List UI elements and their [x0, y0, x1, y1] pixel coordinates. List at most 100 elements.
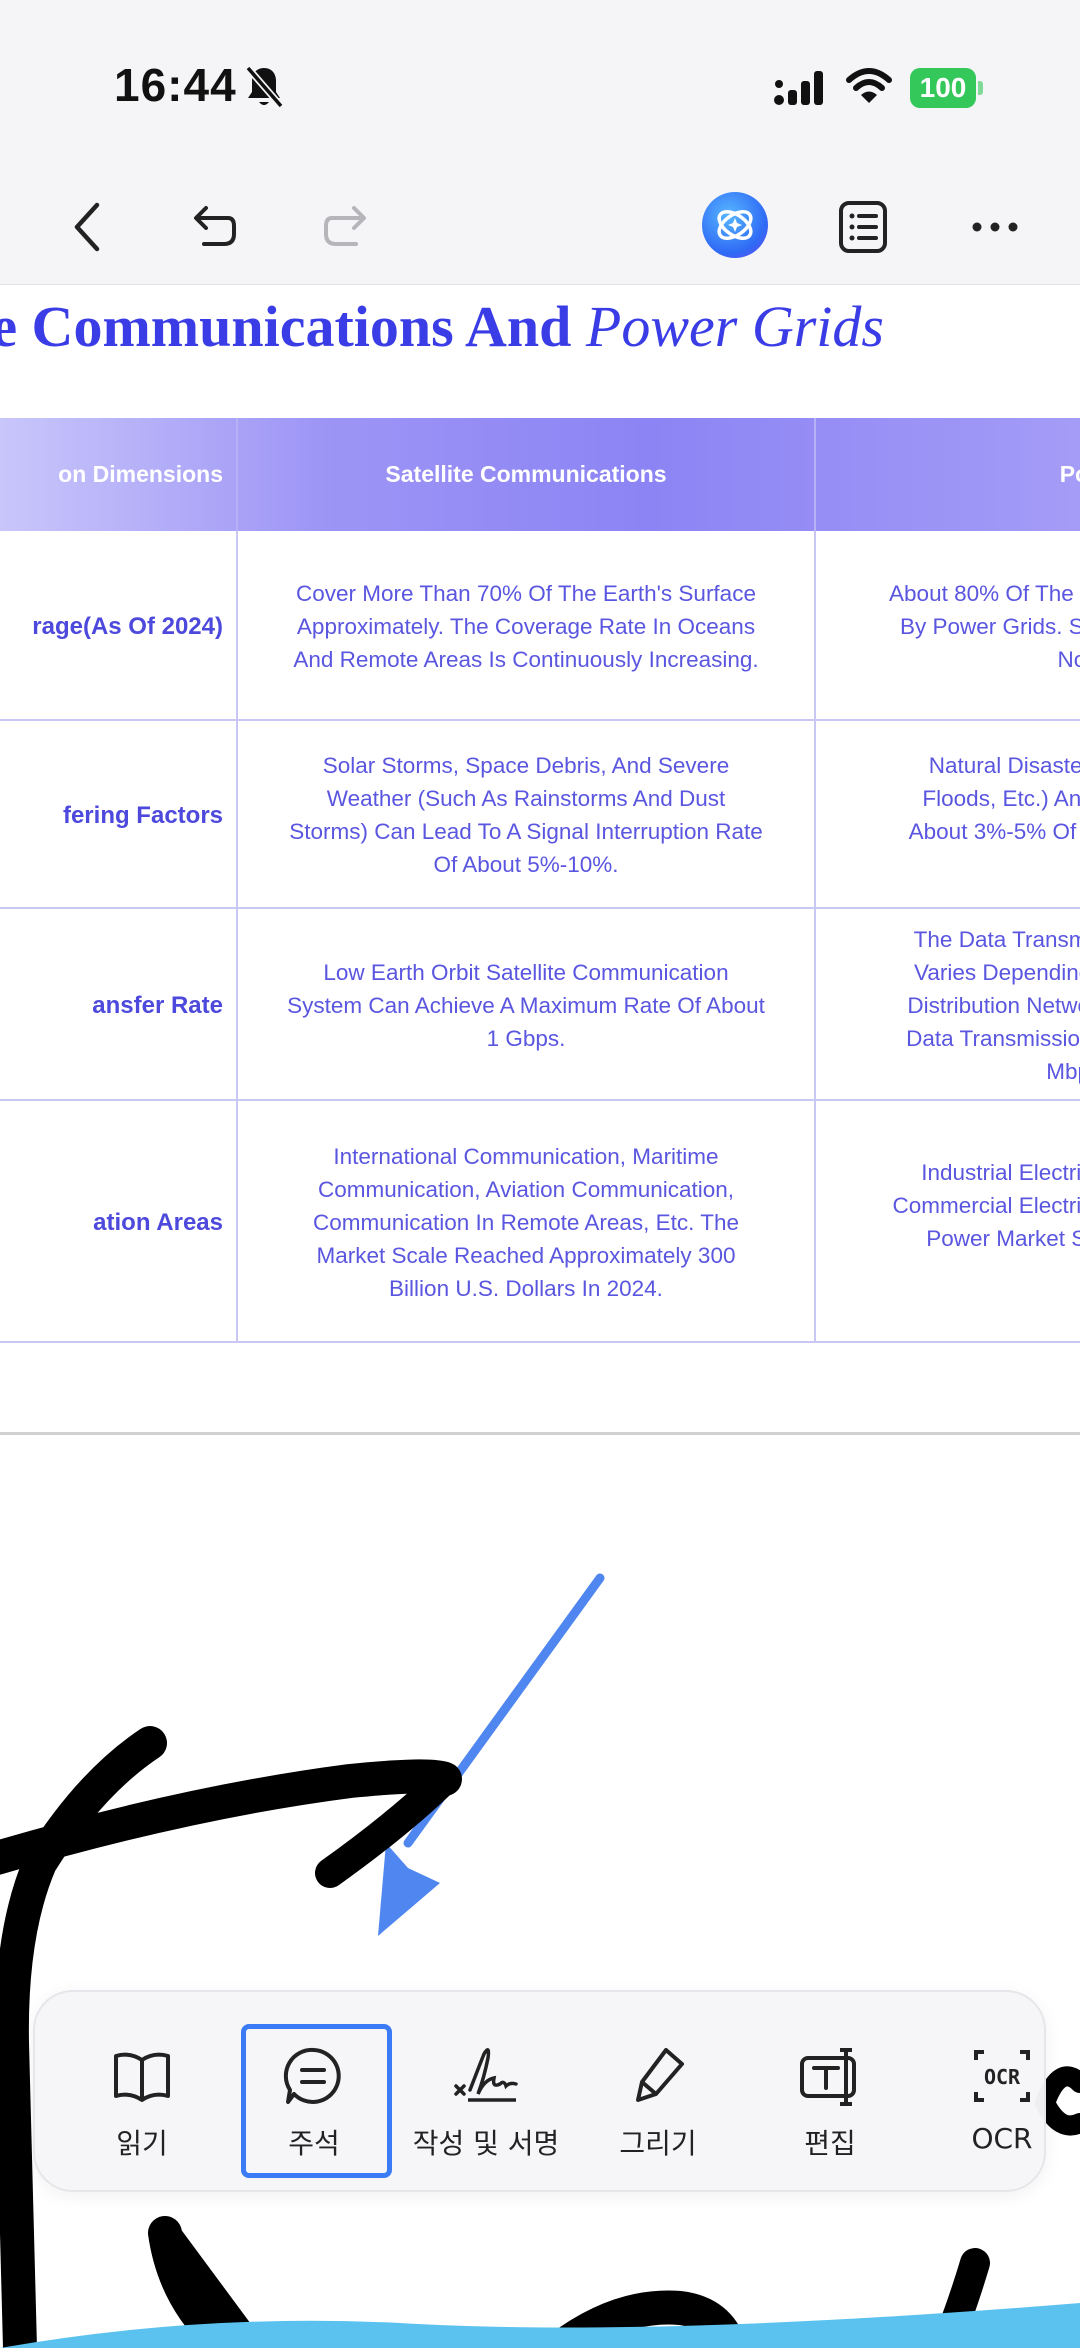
divider: [814, 531, 816, 721]
cell-line: Floods, Etc.) And E: [922, 786, 1080, 811]
more-icon: [972, 222, 1018, 232]
battery-tip: [978, 81, 983, 95]
power-cell: The Data Transmiss Varies Depending O Di…: [815, 909, 1080, 1101]
outline-button[interactable]: [828, 192, 898, 262]
cell-line: Industrial Electricity: [921, 1160, 1080, 1185]
drawing-page: [0, 1443, 1080, 2348]
ai-assistant-icon: [717, 210, 753, 240]
status-time: 16:44: [114, 59, 237, 111]
cell-line: Low Earth Orbit Satellite Communication: [323, 959, 729, 985]
chevron-left-icon: [74, 202, 100, 252]
tool-draw[interactable]: 그리기: [573, 1992, 743, 2190]
cell-line: Not C: [1057, 646, 1080, 672]
ai-assistant-button[interactable]: [702, 192, 768, 258]
table-row: ansfer Rate Low Earth Orbit Satellite Co…: [0, 909, 1080, 1101]
cell-line: Mbps -: [1046, 1058, 1080, 1084]
cell-line: And Remote Areas Is Continuously Increas…: [293, 646, 759, 672]
cell-line: Approximately. The Coverage Rate In Ocea…: [296, 613, 756, 639]
battery-level: 100: [910, 68, 976, 108]
book-icon: [114, 2052, 170, 2102]
cell-line: System Can Achieve A Maximum Rate Of Abo…: [287, 992, 765, 1018]
highlight-box: [241, 2024, 392, 2178]
svg-text:OCR: OCR: [984, 2065, 1021, 2089]
bell-muted-icon: [245, 65, 284, 109]
cellular-signal-icon: [774, 71, 823, 105]
title-italic-part: Power Grids: [585, 294, 884, 359]
cell-line: Power Market Size: [926, 1226, 1080, 1251]
list-icon: [839, 201, 887, 253]
undo-icon: [194, 206, 236, 246]
cell-line: The Data Transmiss: [913, 926, 1080, 952]
divider: [236, 1101, 238, 1343]
undo-button[interactable]: [180, 192, 250, 262]
row-label: rage(As Of 2024): [32, 612, 223, 640]
back-button[interactable]: [52, 192, 122, 262]
redo-icon: [324, 206, 366, 246]
pen-icon: [636, 2048, 684, 2102]
cell-line: Natural Disasters (: [928, 753, 1080, 778]
tool-label: 그리기: [619, 2127, 697, 2160]
top-toolbar: [0, 170, 1080, 285]
battery-indicator: 100: [910, 68, 984, 108]
power-cell: Natural Disasters ( Floods, Etc.) And E …: [815, 721, 1080, 909]
cell-line: Communication In Remote Areas, Etc. The: [312, 1209, 740, 1235]
header-satellite: Satellite Communications: [385, 461, 667, 487]
header-power: Pow: [1059, 461, 1080, 487]
cell-line: Distribution Network,: [907, 992, 1080, 1018]
cell-line: Data Transmission R: [906, 1025, 1080, 1051]
cell-line: Communication, Aviation Communication,: [317, 1176, 735, 1202]
divider: [236, 909, 238, 1101]
cell-line: About 3%-5% Of Tra: [908, 819, 1080, 844]
tool-label: 읽기: [116, 2127, 168, 2160]
divider: [814, 909, 816, 1101]
tool-label: 작성 및 서명: [412, 2127, 560, 2160]
cell-line: Weather (Such As Rainstorms And Dust: [326, 786, 726, 811]
divider: [814, 721, 816, 909]
cell-line: Commercial Electricity: [892, 1193, 1080, 1218]
table-row: rage(As Of 2024) Cover More Than 70% Of …: [0, 531, 1080, 721]
redo-button[interactable]: [310, 192, 380, 262]
cell-line: Market Scale Reached Approximately 300: [316, 1242, 736, 1268]
satellite-cell: Solar Storms, Space Debris, And Severe W…: [237, 721, 815, 909]
bottom-tool-bar: 읽기 주석 작성 및 서명 그리기 편집 OCR OCR: [33, 1990, 1046, 2192]
divider: [236, 721, 238, 909]
tool-label: OCR: [971, 2122, 1033, 2155]
divider: [0, 1341, 1080, 1343]
title-bold-part: te Communications And: [0, 294, 572, 359]
tool-sign[interactable]: 작성 및 서명: [401, 1992, 571, 2190]
tool-edit[interactable]: 편집: [745, 1992, 915, 2190]
tool-ocr[interactable]: OCR OCR: [917, 1992, 1044, 2190]
signature-icon: [454, 2048, 518, 2102]
divider: [236, 531, 238, 721]
satellite-cell: Low Earth Orbit Satellite Communication …: [237, 909, 815, 1101]
row-label: ansfer Rate: [92, 991, 223, 1019]
handwritten-drawing: [0, 1573, 1080, 2348]
cell-line: Solar Storms, Space Debris, And Severe: [322, 753, 730, 778]
cell-line: International Communication, Maritime: [333, 1143, 719, 1169]
table-row: ation Areas International Communication,…: [0, 1101, 1080, 1343]
cell-line: By Power Grids. Som: [899, 613, 1080, 639]
status-bar: 16:44 100: [0, 0, 1080, 170]
cell-line: Billion U.S. Dollars In 2024.: [389, 1275, 663, 1301]
table-row: fering Factors Solar Storms, Space Debri…: [0, 721, 1080, 909]
page-separator: [0, 1432, 1080, 1435]
divider: [814, 1101, 816, 1343]
header-dimensions: on Dimensions: [58, 461, 223, 487]
cell-line: 1 Gbps.: [486, 1025, 566, 1051]
satellite-cell: Cover More Than 70% Of The Earth's Surfa…: [237, 531, 815, 721]
cell-line: Of About 5%-10%.: [433, 852, 619, 877]
cell-line: About 80% Of The Glo: [889, 580, 1080, 606]
text-edit-icon: [800, 2048, 856, 2106]
cell-line: An: [845, 848, 1080, 881]
cell-line: Varies Depending O: [914, 959, 1080, 985]
cell-line: D: [845, 1255, 1080, 1288]
tool-read[interactable]: 읽기: [57, 1992, 227, 2190]
table-header-row: on Dimensions Satellite Communications P…: [0, 418, 1080, 531]
power-cell: Industrial Electricity Commercial Electr…: [815, 1101, 1080, 1343]
ocr-icon: OCR: [974, 2050, 1030, 2102]
power-cell: About 80% Of The Glo By Power Grids. Som…: [815, 531, 1080, 721]
row-label: fering Factors: [62, 801, 223, 829]
divider: [236, 418, 238, 531]
more-button[interactable]: [960, 192, 1030, 262]
satellite-cell: International Communication, Maritime Co…: [237, 1101, 815, 1343]
